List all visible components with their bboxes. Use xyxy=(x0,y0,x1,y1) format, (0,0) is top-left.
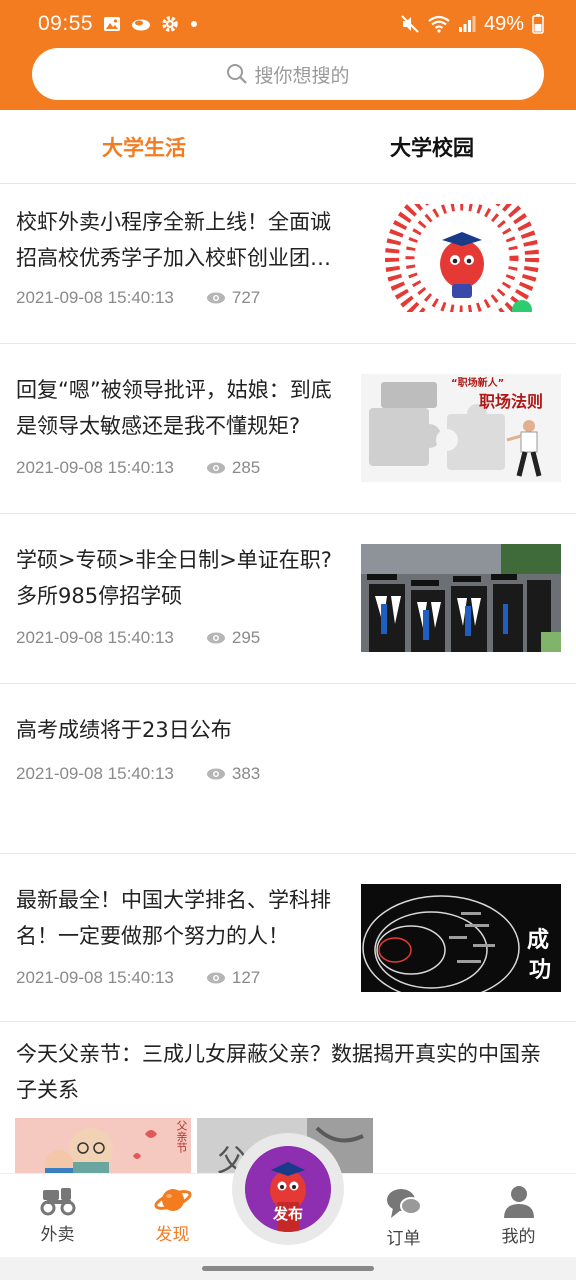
list-item[interactable]: 学硕>专硕>非全日制>单证在职?多所985停招学硕 2021-09-08 15:… xyxy=(0,514,576,684)
publish-label: 发布 xyxy=(272,1205,303,1223)
user-icon xyxy=(502,1184,536,1218)
publish-button[interactable]: 发布 xyxy=(232,1133,344,1245)
eye-icon xyxy=(206,631,226,645)
thumb-caption-1: 成 xyxy=(527,928,550,953)
article-date: 2021-09-08 15:40:13 xyxy=(16,288,174,307)
scooter-icon xyxy=(39,1184,77,1216)
nav-discover[interactable]: 发现 xyxy=(115,1174,230,1257)
article-title: 回复“嗯”被领导批评，姑娘：到底是领导太敏感还是我不懂规矩? xyxy=(16,378,332,438)
article-title: 最新最全！中国大学排名、学科排名！一定要做那个努力的人！ xyxy=(16,888,331,948)
view-count: 295 xyxy=(231,628,261,647)
thumb-caption-2: 职场法则 xyxy=(479,392,544,411)
mute-icon xyxy=(400,14,420,34)
article-meta: 2021-09-08 15:40:13 127 xyxy=(16,968,260,988)
home-bar[interactable] xyxy=(202,1266,374,1271)
article-thumbnail-puzzle: “职场新人” 职场法则 xyxy=(361,374,561,482)
article-meta: 2021-09-08 15:40:13 383 xyxy=(16,764,260,784)
status-bar: 09:55 49% xyxy=(0,0,576,48)
mascot-icon: 发布 xyxy=(245,1146,331,1232)
search-bar: 搜你想搜的 xyxy=(0,48,576,110)
chat-bubbles-icon xyxy=(385,1186,423,1220)
article-date: 2021-09-08 15:40:13 xyxy=(16,458,174,477)
gear-icon xyxy=(161,15,179,33)
article-thumbnail-success: 成 功 xyxy=(361,884,561,992)
article-thumbnail-qr xyxy=(372,204,552,312)
nav-label: 我的 xyxy=(501,1227,536,1247)
nav-takeout[interactable]: 外卖 xyxy=(0,1174,115,1257)
eye-icon xyxy=(206,767,226,781)
nav-label: 发现 xyxy=(155,1225,190,1245)
article-image-1: 父亲节 xyxy=(15,1118,191,1178)
article-date: 2021-09-08 15:40:13 xyxy=(16,628,174,647)
search-icon xyxy=(226,63,248,85)
view-count: 727 xyxy=(231,288,261,307)
article-title: 高考成绩将于23日公布 xyxy=(16,718,232,742)
signal-icon xyxy=(458,15,476,33)
search-input[interactable]: 搜你想搜的 xyxy=(32,48,544,100)
eye-icon xyxy=(206,291,226,305)
article-title: 校虾外卖小程序全新上线！全面诚招高校优秀学子加入校虾创业团… xyxy=(16,210,331,270)
article-meta: 2021-09-08 15:40:13 727 xyxy=(16,288,260,308)
dot-icon xyxy=(189,19,199,29)
list-item[interactable]: 最新最全！中国大学排名、学科排名！一定要做那个努力的人！ 2021-09-08 … xyxy=(0,854,576,1022)
view-count: 127 xyxy=(231,968,261,987)
battery-icon xyxy=(532,14,544,34)
category-tabs: 大学生活 大学校园 xyxy=(0,110,576,184)
article-date: 2021-09-08 15:40:13 xyxy=(16,968,174,987)
nav-label: 外卖 xyxy=(40,1225,75,1245)
article-title: 学硕>专硕>非全日制>单证在职?多所985停招学硕 xyxy=(16,548,332,608)
eye-icon xyxy=(206,971,226,985)
image-caption-1: 父亲节 xyxy=(175,1120,188,1153)
article-feed: 校虾外卖小程序全新上线！全面诚招高校优秀学子加入校虾创业团… 2021-09-0… xyxy=(0,184,576,1182)
nav-profile[interactable]: 我的 xyxy=(461,1174,576,1257)
view-count: 383 xyxy=(231,764,261,783)
status-time: 09:55 xyxy=(38,12,94,35)
tab-campus-life[interactable]: 大学生活 xyxy=(0,110,288,183)
view-count: 285 xyxy=(231,458,261,477)
nav-orders[interactable]: 订单 xyxy=(346,1174,461,1257)
article-thumbnail-graduation xyxy=(361,544,561,652)
article-meta: 2021-09-08 15:40:13 285 xyxy=(16,458,260,478)
article-meta: 2021-09-08 15:40:13 295 xyxy=(16,628,260,648)
list-item[interactable]: 高考成绩将于23日公布 2021-09-08 15:40:13 383 xyxy=(0,684,576,854)
search-placeholder: 搜你想搜的 xyxy=(254,64,350,87)
battery-percent: 49% xyxy=(483,12,524,35)
cloud-icon xyxy=(131,16,151,32)
article-title: 今天父亲节：三成儿女屏蔽父亲？数据揭开真实的中国亲子关系 xyxy=(16,1042,541,1102)
tab-campus[interactable]: 大学校园 xyxy=(288,110,576,183)
thumb-caption-2: 功 xyxy=(529,958,552,983)
nav-label: 订单 xyxy=(386,1229,421,1249)
list-item[interactable]: 回复“嗯”被领导批评，姑娘：到底是领导太敏感还是我不懂规矩? 2021-09-0… xyxy=(0,344,576,514)
image-icon xyxy=(103,15,121,33)
thumb-caption-1: “职场新人” xyxy=(451,378,505,389)
planet-icon xyxy=(153,1184,192,1216)
wifi-icon xyxy=(428,15,450,33)
eye-icon xyxy=(206,461,226,475)
article-date: 2021-09-08 15:40:13 xyxy=(16,764,174,783)
list-item[interactable]: 校虾外卖小程序全新上线！全面诚招高校优秀学子加入校虾创业团… 2021-09-0… xyxy=(0,184,576,344)
home-indicator xyxy=(0,1257,576,1280)
